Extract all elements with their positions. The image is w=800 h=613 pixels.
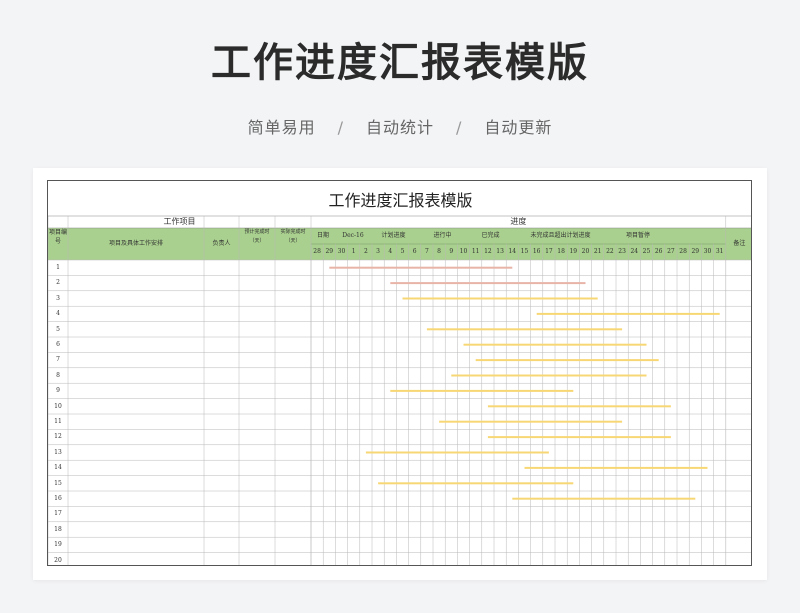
tag-easy: 简单易用 — [247, 118, 316, 137]
row-id: 5 — [56, 325, 60, 333]
gantt-bar — [536, 312, 720, 315]
row-id: 9 — [56, 387, 60, 395]
row-id: 18 — [54, 525, 62, 533]
day-number: 3 — [376, 248, 380, 255]
hero-title: 工作进度汇报表模版 — [211, 40, 589, 86]
day-number: 1 — [351, 248, 356, 255]
row-id: 2 — [56, 279, 60, 287]
gantt-bar — [512, 497, 696, 500]
gantt-bar — [475, 359, 659, 362]
day-number: 30 — [703, 248, 712, 255]
col-plan-header: 预计完成时（天） — [244, 229, 270, 244]
group-work-label: 工作项目 — [163, 217, 196, 226]
row-id: 14 — [54, 464, 62, 472]
day-number: 12 — [484, 248, 492, 255]
col-remark-header: 备注 — [733, 240, 746, 247]
gantt-bar — [329, 266, 513, 269]
row-id: 16 — [54, 495, 62, 502]
tag-auto-update: 自动更新 — [484, 118, 553, 137]
gantt-bar — [487, 436, 671, 439]
month-label: Dec-16 — [342, 232, 364, 239]
day-number: 19 — [569, 248, 578, 255]
row-id: 1 — [56, 264, 60, 271]
gantt-bar — [378, 482, 574, 485]
legend-planned: 计划进度 — [381, 232, 406, 239]
row-id: 13 — [54, 448, 62, 456]
row-id: 8 — [56, 371, 60, 379]
gantt-bar — [451, 374, 647, 377]
row-id: 7 — [56, 356, 60, 364]
day-number: 5 — [400, 248, 405, 255]
spreadsheet-preview: 工作进度汇报表模版 工作项目 进度 项目编号 项目及具体工作安排 负责人 预计完成时（天）… — [47, 180, 752, 566]
day-number: 15 — [520, 248, 529, 255]
row-id: 3 — [56, 294, 60, 302]
row-id: 19 — [54, 541, 62, 549]
day-number: 28 — [679, 248, 687, 255]
day-number: 23 — [618, 248, 626, 255]
day-number: 8 — [437, 248, 441, 255]
day-number: 30 — [337, 248, 346, 255]
day-number: 27 — [667, 248, 675, 255]
gantt-bar — [365, 451, 549, 454]
row-id: 11 — [54, 418, 62, 425]
separator: / — [337, 118, 344, 137]
date-label: 日期 — [316, 232, 329, 239]
tag-auto-stat: 自动统计 — [365, 118, 434, 137]
gantt-bar — [524, 466, 708, 469]
day-number: 9 — [449, 248, 454, 255]
day-number: 29 — [691, 248, 700, 255]
col-id-header: 项目编号 — [48, 229, 67, 245]
col-task-header: 项目及具体工作安排 — [108, 240, 163, 247]
day-number: 11 — [471, 248, 480, 255]
day-number: 28 — [313, 248, 321, 255]
gantt-bar — [487, 405, 671, 408]
separator: / — [456, 118, 463, 137]
legend-overdue: 未完成且超出计划进度 — [530, 232, 591, 239]
row-id: 17 — [54, 510, 62, 518]
row-id: 15 — [54, 479, 62, 487]
row-id: 10 — [54, 402, 62, 410]
group-progress-label: 进度 — [510, 217, 527, 226]
day-number: 2 — [363, 248, 368, 255]
day-number: 7 — [424, 248, 429, 255]
row-id: 6 — [56, 341, 60, 348]
day-number: 18 — [557, 248, 565, 255]
day-number: 25 — [642, 248, 651, 255]
day-number: 10 — [459, 248, 468, 255]
row-id: 20 — [54, 556, 62, 564]
day-number: 20 — [581, 248, 590, 255]
gantt-bar — [402, 297, 598, 300]
row-id: 12 — [54, 433, 62, 441]
col-owner-header: 负责人 — [212, 240, 231, 247]
day-number: 21 — [593, 248, 602, 255]
day-number: 24 — [630, 248, 639, 255]
row-id: 4 — [56, 310, 60, 318]
legend-paused: 项目暂停 — [625, 232, 650, 239]
gantt-bar — [439, 420, 623, 423]
legend-in-progress: 进行中 — [433, 232, 452, 239]
gantt-bar — [390, 389, 574, 392]
day-number: 13 — [496, 248, 504, 255]
day-number: 26 — [654, 248, 663, 255]
gantt-bar — [390, 282, 586, 285]
day-number: 17 — [545, 248, 553, 255]
day-number: 4 — [388, 248, 393, 255]
day-number: 31 — [715, 248, 724, 255]
day-number: 6 — [412, 248, 417, 255]
gantt-bar — [463, 343, 647, 346]
day-number: 22 — [606, 248, 614, 255]
legend-done: 已完成 — [481, 232, 500, 239]
day-number: 29 — [325, 248, 334, 255]
day-number: 14 — [508, 248, 517, 255]
col-actual-header: 实际完成时（天） — [280, 229, 306, 244]
day-number: 16 — [532, 248, 541, 255]
gantt-bar — [426, 328, 623, 331]
tagline: 简单易用 / 自动统计 / 自动更新 — [0, 114, 800, 138]
